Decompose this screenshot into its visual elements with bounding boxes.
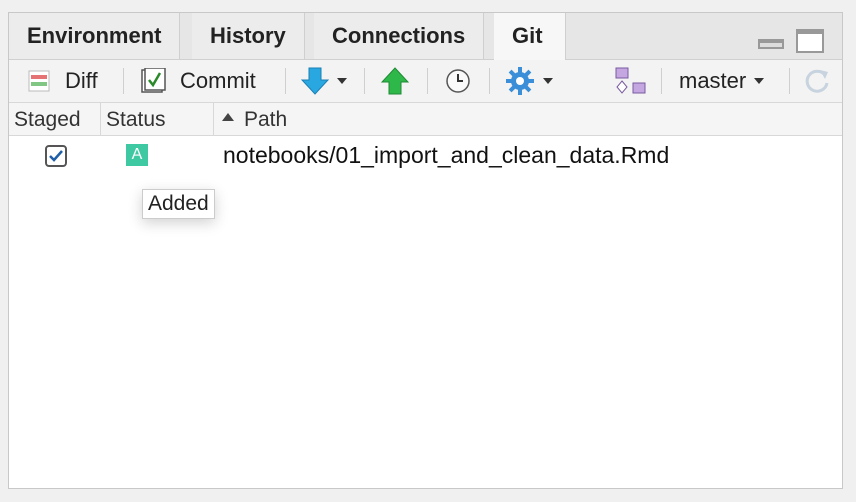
git-pane: Environment History Connections Git Diff…	[8, 12, 843, 489]
toolbar-separator	[661, 68, 662, 94]
diff-button[interactable]: Diff	[27, 60, 98, 102]
tab-environment[interactable]: Environment	[9, 13, 181, 59]
push-icon	[381, 67, 409, 95]
git-toolbar: Diff Commit master	[9, 60, 842, 103]
tab-history[interactable]: History	[192, 13, 305, 59]
status-tooltip: Added	[142, 189, 215, 219]
diff-label: Diff	[65, 68, 98, 93]
column-header: Staged Status Path	[9, 103, 842, 136]
pull-button[interactable]	[301, 60, 347, 102]
sort-ascending-icon	[222, 113, 234, 122]
tab-connections[interactable]: Connections	[314, 13, 485, 59]
new-branch-icon	[615, 67, 646, 94]
toolbar-separator	[123, 68, 124, 94]
minimize-icon[interactable]	[758, 39, 784, 49]
toolbar-separator	[285, 68, 286, 94]
push-button[interactable]	[381, 60, 409, 102]
chevron-down-icon[interactable]	[543, 78, 553, 84]
more-button[interactable]	[505, 60, 553, 102]
tab-bar: Environment History Connections Git	[9, 13, 842, 60]
table-row[interactable]: A notebooks/01_import_and_clean_data.Rmd	[9, 137, 842, 177]
refresh-button[interactable]	[803, 60, 831, 102]
chevron-down-icon[interactable]	[337, 78, 347, 84]
gear-icon	[506, 67, 534, 95]
chevron-down-icon	[754, 78, 765, 84]
branch-label: master	[679, 68, 747, 93]
history-icon	[446, 69, 470, 93]
refresh-icon	[805, 69, 829, 93]
column-status[interactable]: Status	[101, 103, 214, 135]
check-icon	[49, 150, 63, 162]
toolbar-separator	[427, 68, 428, 94]
commit-icon	[141, 68, 166, 93]
history-button[interactable]	[445, 60, 471, 102]
column-path-label: Path	[244, 108, 288, 131]
toolbar-separator	[489, 68, 490, 94]
toolbar-separator	[364, 68, 365, 94]
column-path[interactable]: Path	[214, 103, 614, 135]
tab-git[interactable]: Git	[494, 13, 566, 60]
column-staged[interactable]: Staged	[9, 103, 101, 135]
staged-checkbox[interactable]	[45, 145, 67, 167]
commit-label: Commit	[180, 68, 256, 93]
new-branch-button[interactable]	[615, 60, 647, 102]
file-path[interactable]: notebooks/01_import_and_clean_data.Rmd	[223, 142, 669, 169]
pull-icon	[301, 67, 329, 95]
status-badge: A	[126, 144, 148, 166]
toolbar-separator	[789, 68, 790, 94]
diff-icon	[28, 70, 50, 92]
branch-selector[interactable]: master	[679, 60, 765, 102]
maximize-icon[interactable]	[796, 29, 824, 53]
commit-button[interactable]: Commit	[140, 60, 256, 102]
